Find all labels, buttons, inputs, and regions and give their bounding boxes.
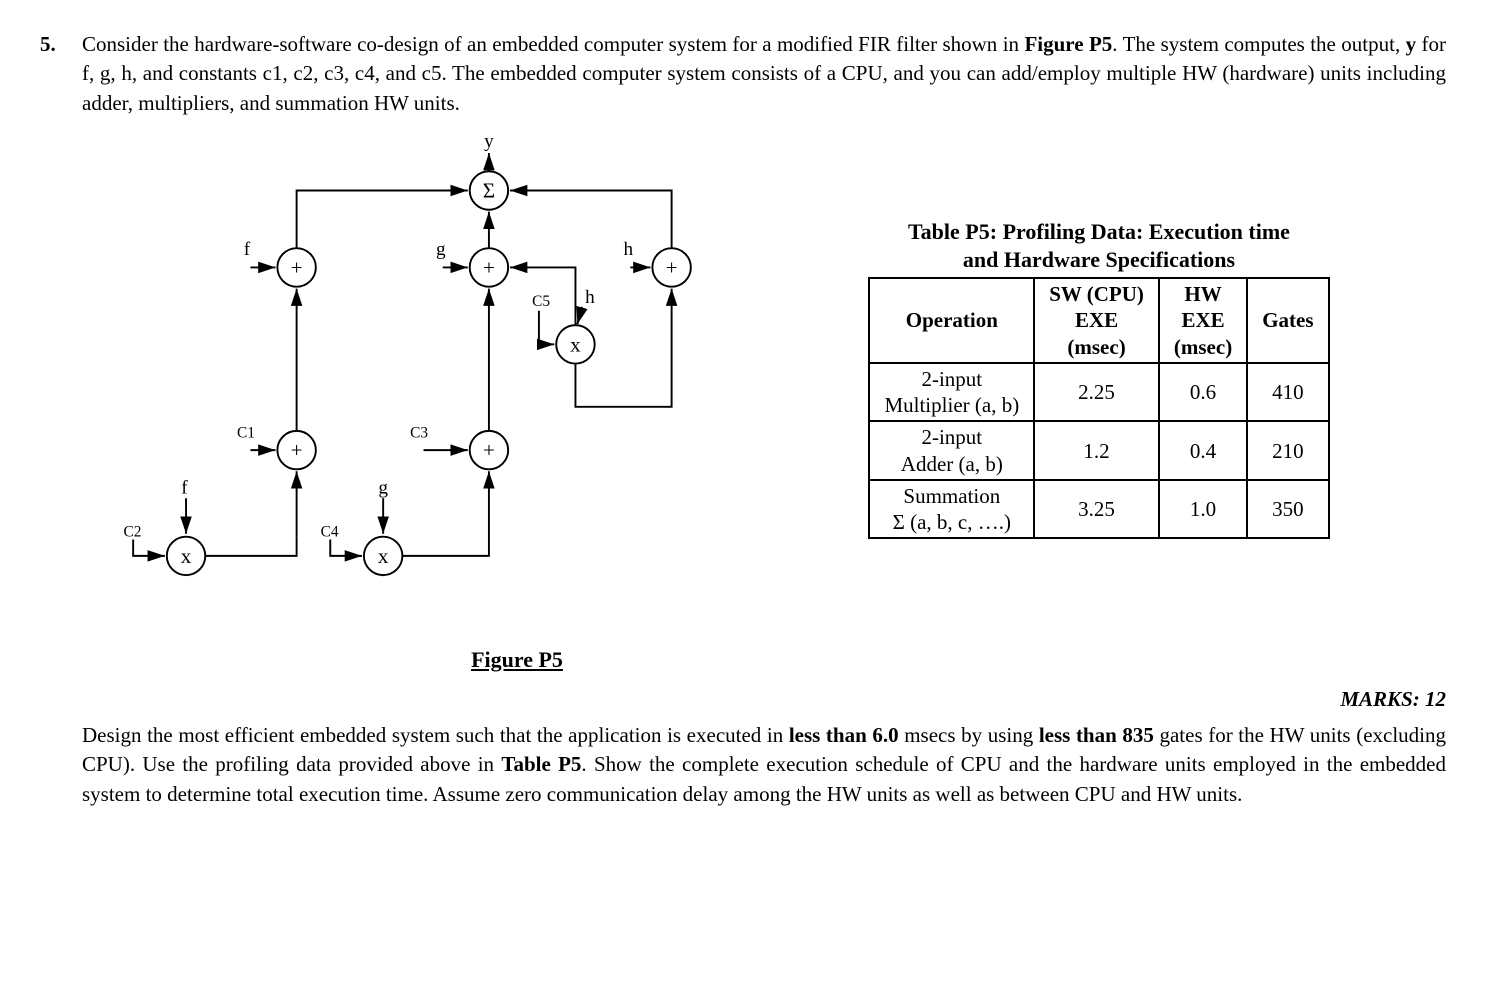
cell-sw: 1.2 [1034, 421, 1159, 480]
table-row: 2-inputMultiplier (a, b) 2.25 0.6 410 [869, 363, 1328, 422]
svg-text:+: + [666, 256, 678, 280]
cell-op: SummationΣ (a, b, c, ….) [869, 480, 1034, 539]
sigma-symbol: Σ [483, 179, 495, 203]
cell-hw: 1.0 [1159, 480, 1247, 539]
label-h-mid: h [585, 287, 595, 308]
label-g-top: g [436, 239, 446, 260]
th-hw: HWEXE(msec) [1159, 278, 1247, 363]
table-p5-container: Table P5: Profiling Data: Execution time… [752, 218, 1446, 539]
cell-gates: 210 [1247, 421, 1328, 480]
cell-sw: 2.25 [1034, 363, 1159, 422]
question-number: 5. [40, 30, 68, 809]
label-c4: C4 [321, 524, 339, 541]
cell-gates: 350 [1247, 480, 1328, 539]
label-c1: C1 [237, 425, 255, 442]
figure-caption: Figure P5 [322, 645, 712, 676]
th-operation: Operation [869, 278, 1034, 363]
cell-hw: 0.6 [1159, 363, 1247, 422]
label-h-top: h [624, 239, 634, 260]
svg-text:x: x [181, 544, 192, 568]
svg-text:+: + [291, 438, 303, 462]
svg-text:x: x [378, 544, 389, 568]
table-title: Table P5: Profiling Data: Execution time… [752, 218, 1446, 273]
th-gates: Gates [1247, 278, 1328, 363]
cell-gates: 410 [1247, 363, 1328, 422]
svg-text:+: + [291, 256, 303, 280]
marks-label: MARKS: 12 [82, 685, 1446, 714]
label-y: y [484, 131, 494, 152]
figure-p5: y Σ + f [112, 128, 712, 675]
question-body: Consider the hardware-software co-design… [82, 30, 1446, 809]
label-c3: C3 [410, 425, 428, 442]
svg-text:+: + [483, 256, 495, 280]
question-container: 5. Consider the hardware-software co-des… [40, 30, 1446, 809]
cell-hw: 0.4 [1159, 421, 1247, 480]
table-row: 2-inputAdder (a, b) 1.2 0.4 210 [869, 421, 1328, 480]
table-header-row: Operation SW (CPU)EXE(msec) HWEXE(msec) … [869, 278, 1328, 363]
question-intro: Consider the hardware-software co-design… [82, 30, 1446, 118]
label-g-low: g [378, 478, 388, 499]
table-row: SummationΣ (a, b, c, ….) 3.25 1.0 350 [869, 480, 1328, 539]
th-sw: SW (CPU)EXE(msec) [1034, 278, 1159, 363]
question-task: Design the most efficient embedded syste… [82, 721, 1446, 809]
profiling-table: Operation SW (CPU)EXE(msec) HWEXE(msec) … [868, 277, 1329, 539]
cell-op: 2-inputMultiplier (a, b) [869, 363, 1034, 422]
label-f-top: f [244, 239, 251, 260]
label-c5: C5 [532, 293, 550, 310]
figure-table-row: y Σ + f [82, 128, 1446, 675]
label-c2: C2 [124, 524, 142, 541]
dataflow-diagram: y Σ + f [112, 128, 712, 628]
cell-sw: 3.25 [1034, 480, 1159, 539]
svg-text:+: + [483, 438, 495, 462]
label-f-low: f [181, 478, 188, 499]
cell-op: 2-inputAdder (a, b) [869, 421, 1034, 480]
svg-text:x: x [570, 333, 581, 357]
